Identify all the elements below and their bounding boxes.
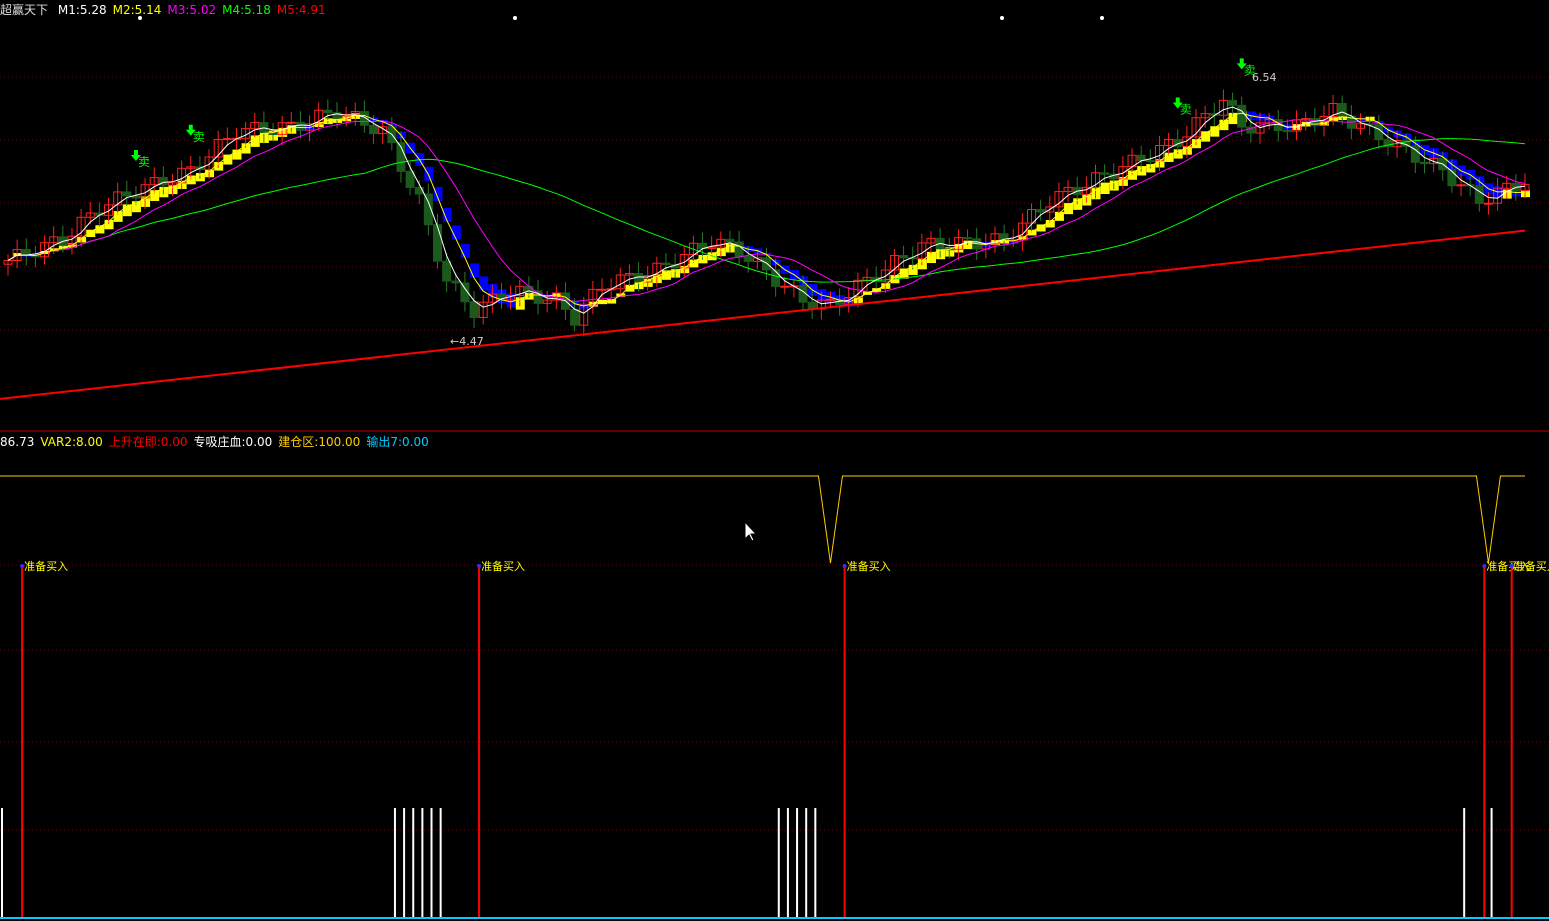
sub-legend: 86.73 VAR2:8.00 上升在即:0.00 专吸庄血:0.00 建仓区:100.… bbox=[0, 433, 435, 450]
candle-body bbox=[295, 121, 305, 131]
candle-body bbox=[780, 285, 790, 288]
candle-body bbox=[1237, 104, 1247, 128]
legend-output7: 输出7:0.00 bbox=[366, 435, 429, 449]
candle-body bbox=[1483, 202, 1493, 205]
buy-signal-label: 准备买入 bbox=[1514, 559, 1549, 573]
candle-body bbox=[442, 260, 452, 282]
sell-signal-label: 卖 bbox=[1244, 63, 1256, 77]
candle-body bbox=[369, 124, 379, 135]
candle-body bbox=[323, 109, 333, 114]
candle-body bbox=[762, 257, 771, 271]
mouse-cursor-icon bbox=[744, 520, 758, 542]
marker-dot bbox=[513, 16, 517, 20]
indicator-title: 超赢天下 bbox=[0, 3, 49, 17]
candle-body bbox=[661, 262, 671, 266]
stock-chart: 6.54←4.47卖卖卖卖准备买入准备买入准备买入准备买入准备买入 bbox=[0, 16, 1549, 919]
candle-body bbox=[1036, 209, 1046, 213]
legend-m1: M1:5.28 bbox=[57, 3, 107, 17]
sell-signal-label: 卖 bbox=[138, 155, 150, 169]
legend-m4: M4:5.18 bbox=[222, 3, 271, 17]
legend-value: 86.73 bbox=[0, 435, 35, 449]
legend-rising: 上升在即:0.00 bbox=[108, 435, 188, 449]
legend-m3: M3:5.02 bbox=[167, 3, 217, 17]
trend-band-block bbox=[479, 276, 489, 291]
trend-band-block bbox=[424, 166, 434, 181]
legend-build: 建仓区:100.00 bbox=[278, 435, 361, 449]
candle-body bbox=[122, 191, 132, 197]
candle-body bbox=[433, 224, 443, 262]
sell-signal-label: 卖 bbox=[193, 130, 205, 144]
buy-signal-label: 准备买入 bbox=[481, 559, 525, 573]
marker-dot bbox=[1100, 16, 1104, 20]
candle-body bbox=[963, 237, 973, 240]
signal-line bbox=[0, 475, 1525, 564]
candle-body bbox=[1282, 130, 1292, 133]
trend-band-block bbox=[460, 243, 470, 258]
candle-body bbox=[1228, 99, 1238, 106]
candle-body bbox=[570, 308, 580, 326]
buy-signal-label: 准备买入 bbox=[24, 559, 68, 573]
candle-body bbox=[286, 121, 296, 124]
candle-body bbox=[1456, 184, 1466, 187]
candle-body bbox=[1447, 169, 1457, 187]
candle-body bbox=[1337, 102, 1347, 117]
candle-body bbox=[743, 255, 753, 262]
candle-body bbox=[469, 301, 479, 318]
candle-body bbox=[405, 170, 415, 188]
legend-var2: VAR2:8.00 bbox=[40, 435, 103, 449]
candle-body bbox=[1145, 160, 1155, 163]
legend-m2: M2:5.14 bbox=[112, 3, 162, 17]
low-price-label: ←4.47 bbox=[450, 335, 484, 348]
main-legend: 超赢天下 M1:5.28 M2:5.14 M3:5.02 M4:5.18 M5:4.91 bbox=[0, 1, 332, 18]
candle-body bbox=[1100, 172, 1110, 175]
candle-body bbox=[734, 241, 744, 257]
legend-m5: M5:4.91 bbox=[276, 3, 326, 17]
candle-body bbox=[1474, 185, 1484, 204]
candle-body bbox=[451, 280, 461, 284]
candle-body bbox=[725, 238, 735, 243]
candle-body bbox=[359, 111, 369, 126]
marker-dot bbox=[1000, 16, 1004, 20]
candle-body bbox=[825, 298, 835, 301]
legend-absorb: 专吸庄血:0.00 bbox=[193, 435, 273, 449]
buy-signal-label: 准备买入 bbox=[847, 559, 891, 573]
trend-band-block bbox=[470, 263, 480, 278]
candle-body bbox=[771, 269, 781, 287]
candle-body bbox=[597, 288, 607, 291]
sell-signal-label: 卖 bbox=[1180, 102, 1192, 116]
trend-band-block bbox=[442, 207, 452, 222]
candle-body bbox=[1419, 161, 1429, 165]
candle-body bbox=[222, 138, 232, 141]
candle-body bbox=[899, 255, 909, 259]
